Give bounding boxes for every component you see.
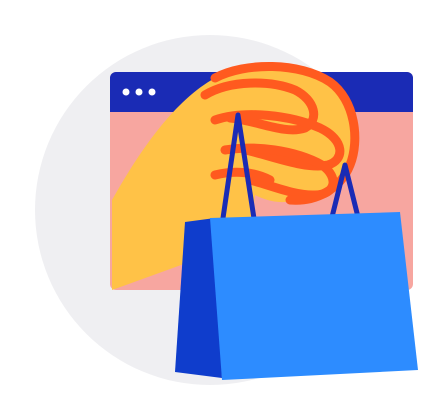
- bag-front: [210, 212, 418, 380]
- browser-dot-icon: [135, 88, 143, 96]
- browser-dot-icon: [122, 88, 130, 96]
- shopping-illustration: [35, 35, 418, 385]
- shopping-bag-icon: [175, 212, 418, 380]
- illustration-canvas: [0, 0, 421, 409]
- browser-dot-icon: [148, 88, 156, 96]
